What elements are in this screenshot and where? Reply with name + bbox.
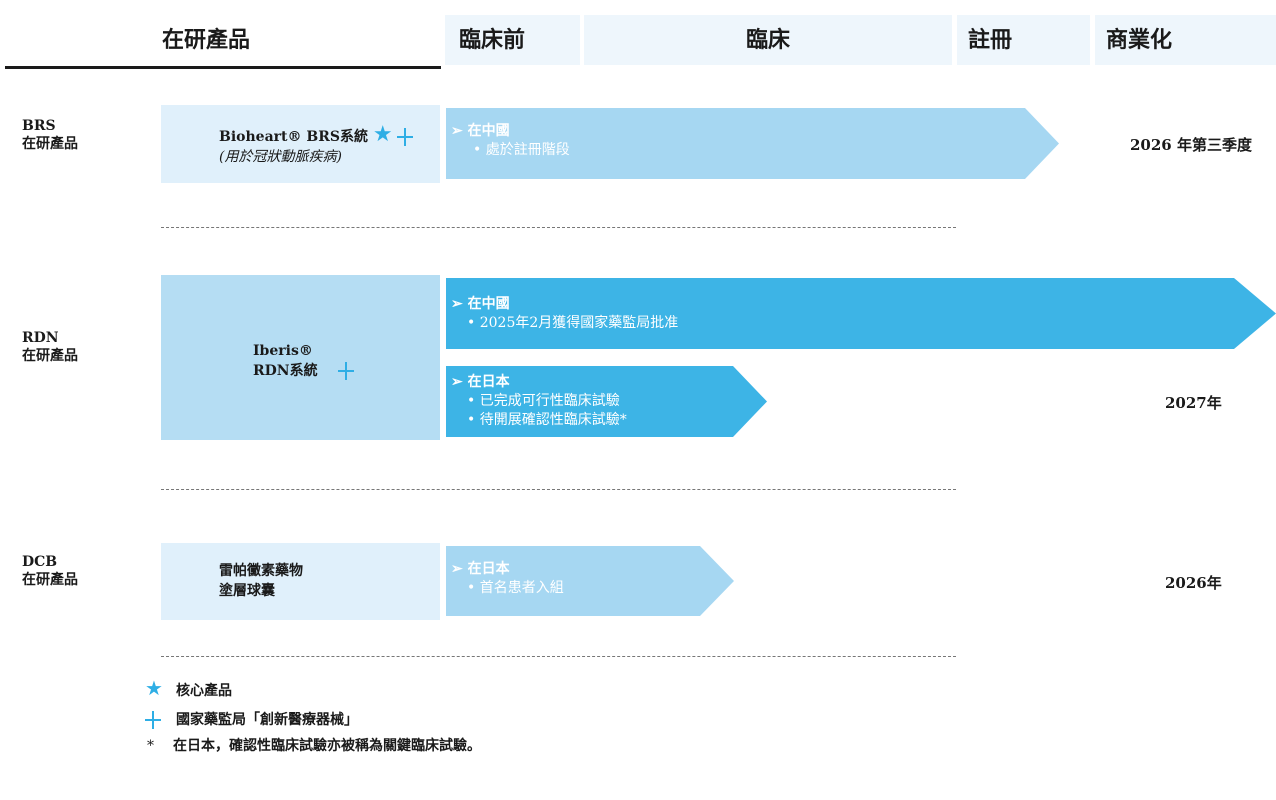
header-clinical: 臨床 xyxy=(584,15,952,65)
row-label-rdn: RDN 在研產品 xyxy=(22,329,78,365)
product-box-dcb: 雷帕黴素藥物 塗層球囊 xyxy=(161,543,440,620)
product-name-line1: Iberis® xyxy=(253,343,313,359)
product-subtitle: (用於冠狀動脈疾病) xyxy=(219,149,342,165)
product-text-rdn: Iberis® RDN系統 xyxy=(253,341,355,381)
commercialization-brs: 2026 年第三季度 xyxy=(1130,136,1252,154)
arrow-title: ➢ 在日本 xyxy=(451,374,510,390)
product-box-brs: Bioheart® BRS系統 ★ (用於冠狀動脈疾病) xyxy=(161,105,440,183)
row-label-brs: BRS 在研產品 xyxy=(22,117,78,153)
product-name-line1: 雷帕黴素藥物 xyxy=(219,563,303,579)
star-icon: ★ xyxy=(145,676,163,700)
header-rule xyxy=(5,66,441,69)
header-commercialization: 商業化 xyxy=(1095,15,1276,65)
commercialization-dcb: 2026年 xyxy=(1165,574,1222,592)
row-divider xyxy=(161,489,956,490)
star-icon: ★ xyxy=(372,122,393,147)
row-label-dcb: DCB 在研產品 xyxy=(22,553,78,589)
cross-icon xyxy=(338,362,355,380)
arrow-bullet: • 首名患者入組 xyxy=(467,580,564,596)
row-label-code: RDN xyxy=(22,330,59,346)
row-label-text: 在研產品 xyxy=(22,136,78,152)
cross-icon xyxy=(397,128,414,146)
product-name-line2: RDN系統 xyxy=(253,361,355,381)
legend-text: 核心產品 xyxy=(176,683,232,699)
header-registration: 註冊 xyxy=(957,15,1090,65)
row-divider xyxy=(161,656,956,657)
header-product: 在研產品 xyxy=(162,27,251,53)
product-text-dcb: 雷帕黴素藥物 塗層球囊 xyxy=(219,561,303,601)
legend-text: 國家藥監局「創新醫療器械」 xyxy=(176,712,358,728)
row-label-code: BRS xyxy=(22,118,56,134)
row-label-text: 在研產品 xyxy=(22,348,78,364)
legend-text: 在日本，確認性臨床試驗亦被稱為關鍵臨床試驗。 xyxy=(173,738,481,754)
arrow-bullet: • 待開展確認性臨床試驗* xyxy=(467,412,627,428)
legend-innovative-device: 國家藥監局「創新醫療器械」 xyxy=(145,711,358,729)
product-box-rdn: Iberis® RDN系統 xyxy=(161,275,440,440)
legend-footnote: * 在日本，確認性臨床試驗亦被稱為關鍵臨床試驗。 xyxy=(147,737,481,755)
row-label-code: DCB xyxy=(22,554,58,570)
arrow-text-brs-china: ➢ 在中國 • 處於註冊階段 xyxy=(451,122,570,160)
arrow-bullet: • 處於註冊階段 xyxy=(473,142,570,158)
header-preclinical: 臨床前 xyxy=(445,15,580,65)
product-name: Bioheart® BRS系統 xyxy=(219,129,368,145)
commercialization-rdn: 2027年 xyxy=(1165,394,1222,412)
arrow-text-dcb-japan: ➢ 在日本 • 首名患者入組 xyxy=(451,560,564,598)
row-divider xyxy=(161,227,956,228)
cross-icon xyxy=(145,711,161,729)
product-name-line2: 塗層球囊 xyxy=(219,583,275,599)
arrow-title: ➢ 在日本 xyxy=(451,561,510,577)
arrow-text-rdn-japan: ➢ 在日本 • 已完成可行性臨床試驗 • 待開展確認性臨床試驗* xyxy=(451,373,627,430)
arrow-bullet: • 已完成可行性臨床試驗 xyxy=(467,393,620,409)
arrow-title: ➢ 在中國 xyxy=(451,123,510,139)
legend-core-product: ★ 核心產品 xyxy=(145,676,232,700)
row-label-text: 在研產品 xyxy=(22,572,78,588)
asterisk-icon: * xyxy=(147,738,154,754)
arrow-bullet: • 2025年2月獲得國家藥監局批准 xyxy=(467,315,679,331)
arrow-title: ➢ 在中國 xyxy=(451,296,510,312)
arrow-text-rdn-china: ➢ 在中國 • 2025年2月獲得國家藥監局批准 xyxy=(451,295,678,333)
product-text-brs: Bioheart® BRS系統 ★ (用於冠狀動脈疾病) xyxy=(219,122,414,167)
